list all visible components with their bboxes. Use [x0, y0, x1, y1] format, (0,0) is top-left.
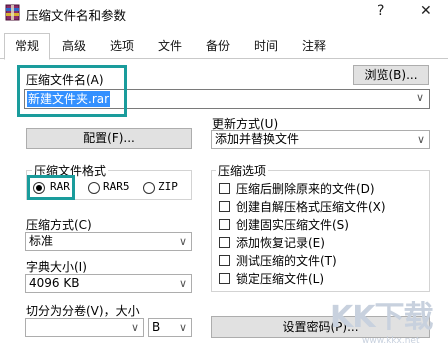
checkbox-create-sfx-label: 创建自解压格式压缩文件(X) [236, 200, 386, 214]
dictionary-size-value: 4096 KB [29, 276, 80, 290]
checkbox-lock-archive-label: 锁定压缩文件(L) [236, 272, 325, 286]
checkbox-delete-after-label: 压缩后删除原来的文件(D) [236, 182, 375, 196]
checkbox-lock-archive[interactable] [219, 273, 230, 284]
chevron-down-icon: ∨ [416, 133, 425, 146]
tab-general[interactable]: 常规 [4, 33, 50, 60]
compression-method-value: 标准 [29, 234, 54, 248]
chevron-down-icon: ∨ [130, 321, 139, 334]
update-mode-select[interactable]: 添加并替换文件 ∨ [211, 130, 430, 149]
split-unit-value: B [152, 320, 161, 334]
checkbox-recovery-record-label: 添加恢复记录(E) [236, 236, 325, 250]
help-icon[interactable]: ? [377, 3, 384, 19]
checkbox-delete-after[interactable] [219, 183, 230, 194]
split-volumes-label: 切分为分卷(V)，大小 [26, 304, 140, 318]
winrar-icon [5, 4, 20, 21]
checkbox-test-files[interactable] [219, 255, 230, 266]
dictionary-size-label: 字典大小(I) [26, 260, 87, 274]
tab-backup[interactable]: 备份 [195, 36, 241, 57]
split-volumes-select[interactable]: ∨ [25, 318, 144, 337]
checkbox-recovery-record[interactable] [219, 237, 230, 248]
checkbox-create-solid-label: 创建固实压缩文件(S) [236, 218, 349, 232]
chevron-down-icon: ∨ [178, 321, 187, 334]
radio-zip[interactable] [143, 182, 155, 194]
update-mode-value: 添加并替换文件 [215, 132, 300, 146]
highlight-box-rar [27, 175, 75, 200]
watermark-url: www.kkx.net [362, 336, 420, 346]
tab-time[interactable]: 时间 [243, 36, 289, 57]
profiles-button[interactable]: 配置(F)... [26, 128, 192, 149]
tab-files[interactable]: 文件 [147, 36, 193, 57]
radio-zip-label: ZIP [158, 180, 178, 193]
tab-advanced[interactable]: 高级 [51, 36, 97, 57]
chevron-down-icon: ∨ [178, 235, 187, 248]
radio-rar5[interactable] [88, 182, 100, 194]
chevron-down-icon[interactable]: ∨ [416, 91, 424, 104]
highlight-box-archive-name [17, 65, 127, 117]
chevron-down-icon: ∨ [178, 277, 187, 290]
browse-button[interactable]: 浏览(B)... [353, 65, 429, 85]
watermark-logo: KK下载 [330, 300, 433, 335]
checkbox-create-solid[interactable] [219, 219, 230, 230]
compression-method-select[interactable]: 标准 ∨ [25, 232, 192, 251]
dictionary-size-select[interactable]: 4096 KB ∨ [25, 274, 192, 293]
checkbox-create-sfx[interactable] [219, 201, 230, 212]
window-title: 压缩文件名和参数 [26, 8, 127, 23]
split-unit-select[interactable]: B ∨ [148, 318, 192, 337]
tab-comment[interactable]: 注释 [291, 36, 337, 57]
checkbox-test-files-label: 测试压缩的文件(T) [236, 254, 337, 268]
close-icon[interactable]: ✕ [420, 3, 432, 19]
compression-method-label: 压缩方式(C) [26, 218, 92, 232]
archiving-options-title: 压缩选项 [216, 162, 269, 179]
radio-rar5-label: RAR5 [103, 180, 130, 193]
tab-options[interactable]: 选项 [99, 36, 145, 57]
